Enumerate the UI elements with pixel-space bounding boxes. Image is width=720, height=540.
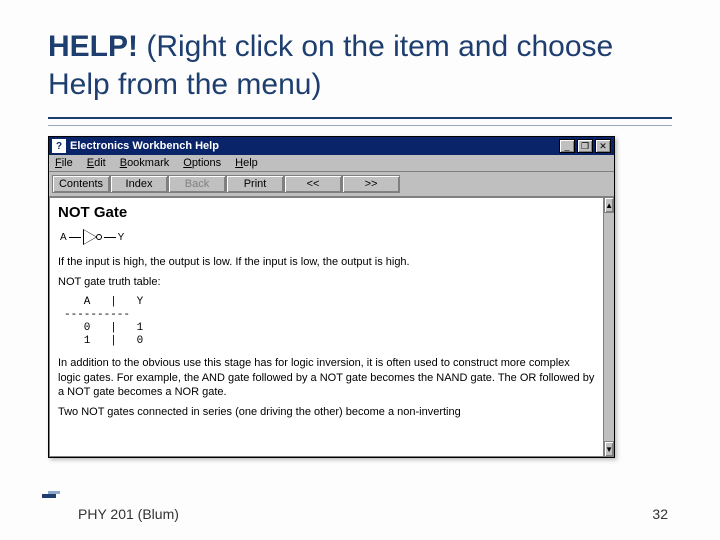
slide-corner-accent [42,484,64,498]
scroll-up-icon[interactable]: ▲ [604,197,614,213]
menu-help[interactable]: Help [235,157,258,169]
titlebar-left: ? Electronics Workbench Help [52,139,219,153]
gate-triangle-icon [83,229,97,245]
help-window: ? Electronics Workbench Help _ ❐ ✕ File … [48,136,615,458]
menu-options[interactable]: Options [183,157,221,169]
gate-wire-out [104,237,116,238]
gate-wire-in [69,237,81,238]
paragraph-3: In addition to the obvious use this stag… [58,356,595,399]
menu-edit[interactable]: Edit [87,157,106,169]
menu-bookmark[interactable]: Bookmark [120,157,170,169]
help-content: NOT Gate A Y If the input is high, the o… [49,197,603,457]
slide-footer: PHY 201 (Blum) 32 [0,506,720,522]
not-gate-diagram: A Y [60,229,595,245]
window-buttons: _ ❐ ✕ [559,139,611,153]
toolbar: Contents Index Back Print << >> [49,172,614,197]
close-button[interactable]: ✕ [595,139,611,153]
paragraph-4: Two NOT gates connected in series (one d… [58,405,595,419]
paragraph-2: NOT gate truth table: [58,275,595,289]
toolbar-contents[interactable]: Contents [52,175,110,193]
toolbar-print[interactable]: Print [226,175,284,193]
minimize-button[interactable]: _ [559,139,575,153]
footer-left: PHY 201 (Blum) [78,506,179,522]
help-app-icon: ? [52,139,66,153]
slide: HELP! (Right click on the item and choos… [0,0,720,540]
paragraph-1: If the input is high, the output is low.… [58,255,595,269]
menubar: File Edit Bookmark Options Help [49,155,614,172]
menu-file[interactable]: File [55,157,73,169]
scrollbar[interactable]: ▲ ▼ [603,197,614,457]
footer-page-number: 32 [652,506,668,522]
title-rule-1 [48,117,672,119]
slide-title: HELP! (Right click on the item and choos… [48,28,672,103]
content-heading: NOT Gate [58,204,595,221]
window-title: Electronics Workbench Help [70,140,219,152]
content-wrap: NOT Gate A Y If the input is high, the o… [49,197,614,457]
truth-table: A | Y ---------- 0 | 1 1 | 0 [64,296,595,349]
toolbar-next[interactable]: >> [342,175,400,193]
toolbar-back[interactable]: Back [168,175,226,193]
scroll-down-icon[interactable]: ▼ [604,441,614,457]
toolbar-index[interactable]: Index [110,175,168,193]
title-bold: HELP! [48,30,138,63]
titlebar[interactable]: ? Electronics Workbench Help _ ❐ ✕ [49,137,614,155]
toolbar-prev[interactable]: << [284,175,342,193]
title-rule-2 [48,125,672,126]
gate-input-label: A [60,232,67,243]
maximize-button[interactable]: ❐ [577,139,593,153]
gate-output-label: Y [118,232,125,243]
